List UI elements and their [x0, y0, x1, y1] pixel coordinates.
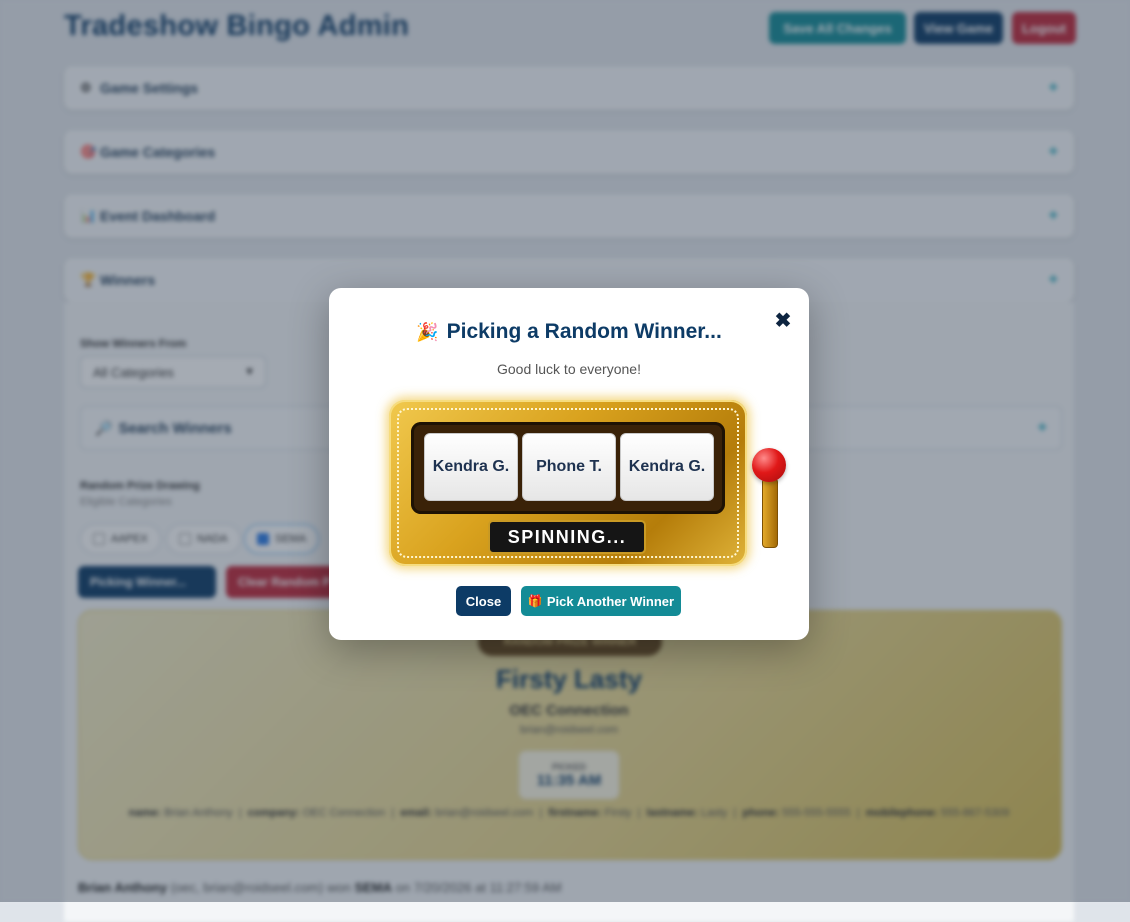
spinning-status: SPINNING... [488, 520, 646, 554]
reel-1: Kendra G. [424, 433, 518, 501]
gift-icon: 🎁 [527, 594, 543, 608]
modal-title: Picking a Random Winner... [446, 320, 722, 343]
reel-2: Phone T. [522, 433, 616, 501]
lever-knob[interactable] [752, 448, 786, 482]
modal-subtitle: Good luck to everyone! [497, 361, 641, 377]
lever-stick [762, 478, 778, 548]
party-popper-icon: 🎉 [416, 322, 439, 342]
modal-title-row: 🎉 Picking a Random Winner... [329, 320, 809, 344]
pick-another-label: Pick Another Winner [546, 593, 675, 609]
pick-another-winner-button[interactable]: 🎁 Pick Another Winner [521, 586, 681, 616]
reel-3: Kendra G. [620, 433, 714, 501]
random-winner-modal: ✖ 🎉 Picking a Random Winner... Good luck … [329, 288, 809, 640]
slot-machine: Kendra G. Phone T. Kendra G. SPINNING... [389, 400, 747, 566]
close-button[interactable]: Close [456, 586, 511, 616]
reel-window: Kendra G. Phone T. Kendra G. [411, 422, 725, 514]
